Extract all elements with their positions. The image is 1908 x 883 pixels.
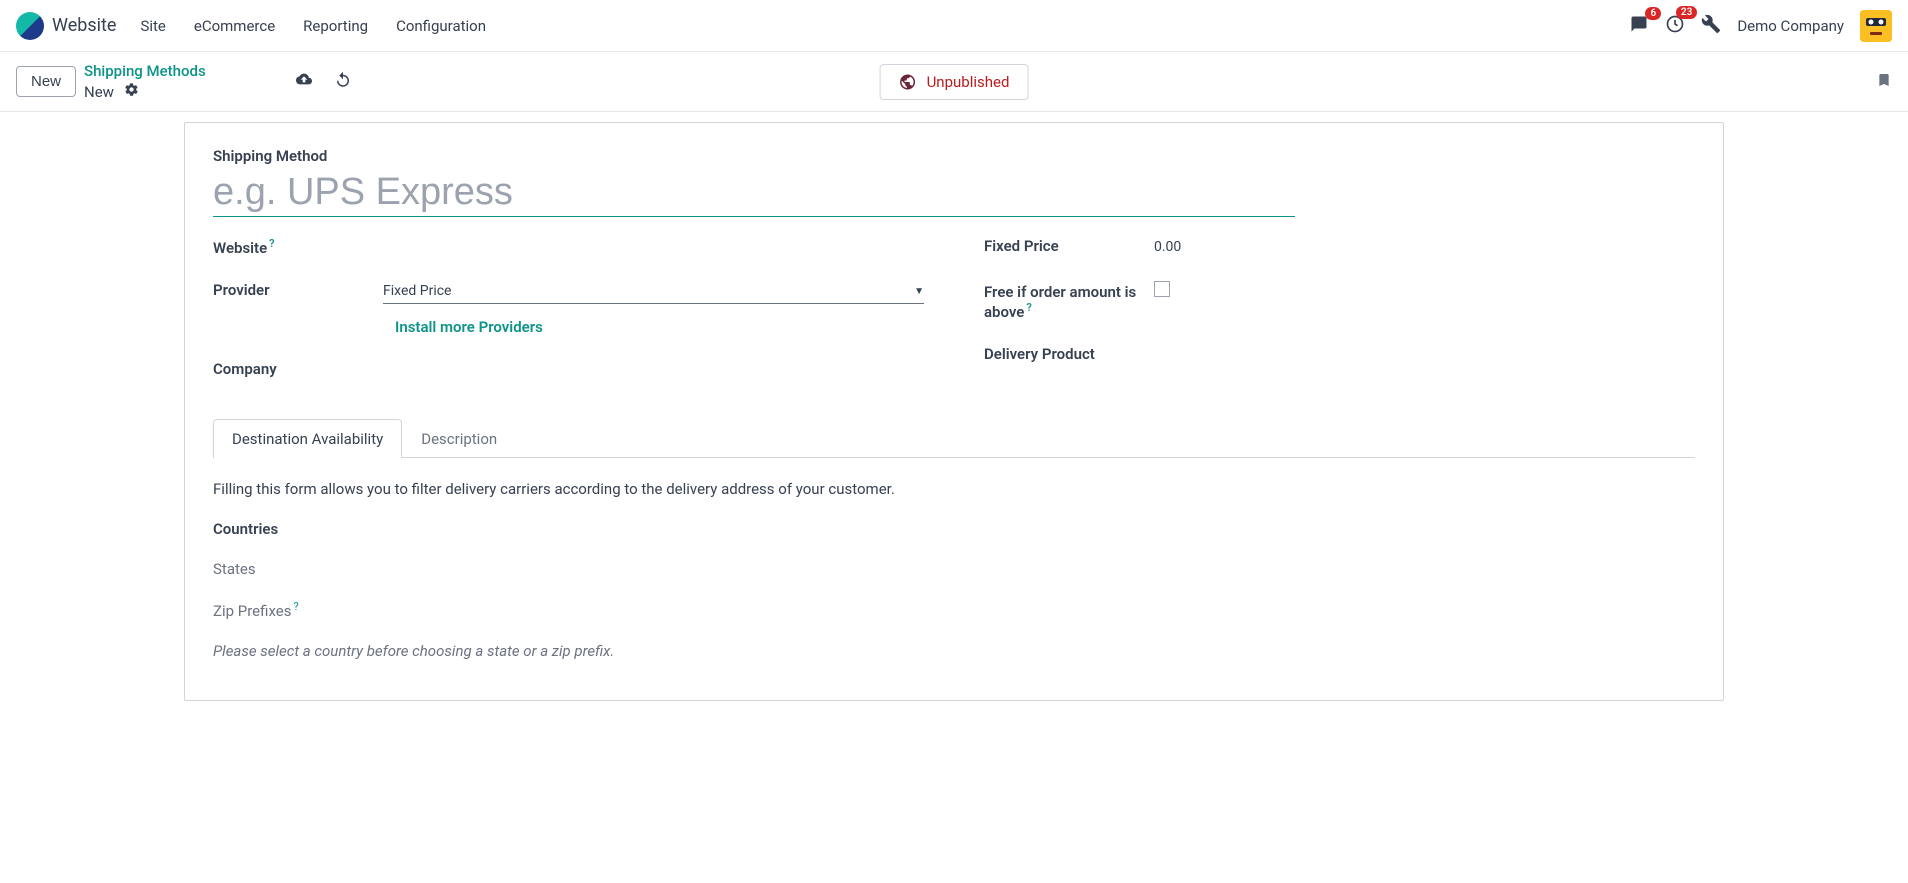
messages-icon[interactable]: 6 bbox=[1629, 15, 1649, 37]
zip-prefixes-label: Zip Prefixes? bbox=[213, 600, 1695, 620]
activities-badge: 23 bbox=[1676, 6, 1697, 19]
tab-content: Filling this form allows you to filter d… bbox=[213, 458, 1695, 660]
left-column: Website? Provider Fixed Price ▼ Install … bbox=[213, 235, 924, 400]
tab-description[interactable]: Description bbox=[402, 419, 516, 458]
tab-info-text: Filling this form allows you to filter d… bbox=[213, 480, 1695, 498]
gear-icon[interactable] bbox=[124, 82, 139, 101]
website-label: Website? bbox=[213, 235, 383, 257]
publish-toggle[interactable]: Unpublished bbox=[880, 64, 1029, 100]
title-label: Shipping Method bbox=[213, 147, 1695, 165]
install-providers-link[interactable]: Install more Providers bbox=[395, 318, 543, 336]
breadcrumb-current: New bbox=[84, 83, 114, 101]
free-above-help-icon[interactable]: ? bbox=[1026, 301, 1031, 314]
breadcrumb-parent[interactable]: Shipping Methods bbox=[84, 62, 206, 80]
breadcrumb-current-row: New bbox=[84, 82, 206, 101]
provider-label: Provider bbox=[213, 279, 383, 299]
topnav-right: 6 23 Demo Company bbox=[1629, 10, 1892, 42]
form-sheet: Shipping Method Website? Provider Fixed … bbox=[184, 122, 1724, 701]
nav-item-site[interactable]: Site bbox=[140, 17, 165, 35]
company-selector[interactable]: Demo Company bbox=[1737, 17, 1844, 35]
publish-label: Unpublished bbox=[927, 73, 1010, 91]
new-button[interactable]: New bbox=[16, 66, 76, 97]
right-column: Fixed Price 0.00 Free if order amount is… bbox=[984, 235, 1695, 400]
breadcrumb: Shipping Methods New bbox=[84, 62, 206, 101]
save-cloud-icon[interactable] bbox=[294, 71, 314, 93]
app-name: Website bbox=[52, 15, 116, 36]
nav-menu: Site eCommerce Reporting Configuration bbox=[140, 17, 486, 35]
shipping-method-name-input[interactable] bbox=[213, 165, 1295, 217]
nav-item-reporting[interactable]: Reporting bbox=[303, 17, 368, 35]
tabs: Destination Availability Description bbox=[213, 418, 1695, 458]
free-above-checkbox[interactable] bbox=[1154, 281, 1170, 297]
chevron-down-icon: ▼ bbox=[914, 286, 924, 297]
messages-badge: 6 bbox=[1645, 7, 1661, 20]
app-logo-icon bbox=[16, 12, 44, 40]
tab-destination-availability[interactable]: Destination Availability bbox=[213, 419, 402, 458]
fixed-price-label: Fixed Price bbox=[984, 235, 1154, 255]
nav-item-configuration[interactable]: Configuration bbox=[396, 17, 486, 35]
website-help-icon[interactable]: ? bbox=[269, 237, 274, 250]
nav-item-ecommerce[interactable]: eCommerce bbox=[194, 17, 275, 35]
control-bar: New Shipping Methods New Unpublished bbox=[0, 52, 1908, 111]
status-icons bbox=[294, 71, 352, 93]
states-label: States bbox=[213, 560, 1695, 578]
user-avatar[interactable] bbox=[1860, 10, 1892, 42]
bookmark-icon[interactable] bbox=[1876, 70, 1892, 94]
divider bbox=[0, 111, 1908, 112]
delivery-product-label: Delivery Product bbox=[984, 343, 1154, 363]
app-brand[interactable]: Website bbox=[16, 12, 116, 40]
globe-icon bbox=[899, 73, 917, 91]
provider-value: Fixed Price bbox=[383, 283, 914, 299]
zip-help-icon[interactable]: ? bbox=[293, 600, 298, 613]
company-label: Company bbox=[213, 358, 383, 378]
fixed-price-value[interactable]: 0.00 bbox=[1154, 235, 1695, 259]
countries-label: Countries bbox=[213, 520, 1695, 538]
field-columns: Website? Provider Fixed Price ▼ Install … bbox=[213, 235, 1695, 400]
activities-icon[interactable]: 23 bbox=[1665, 14, 1685, 38]
provider-select[interactable]: Fixed Price ▼ bbox=[383, 279, 924, 304]
discard-icon[interactable] bbox=[334, 71, 352, 93]
debug-icon[interactable] bbox=[1701, 14, 1721, 38]
country-note: Please select a country before choosing … bbox=[213, 642, 1695, 660]
free-above-label: Free if order amount is above? bbox=[984, 281, 1154, 321]
top-nav: Website Site eCommerce Reporting Configu… bbox=[0, 0, 1908, 52]
